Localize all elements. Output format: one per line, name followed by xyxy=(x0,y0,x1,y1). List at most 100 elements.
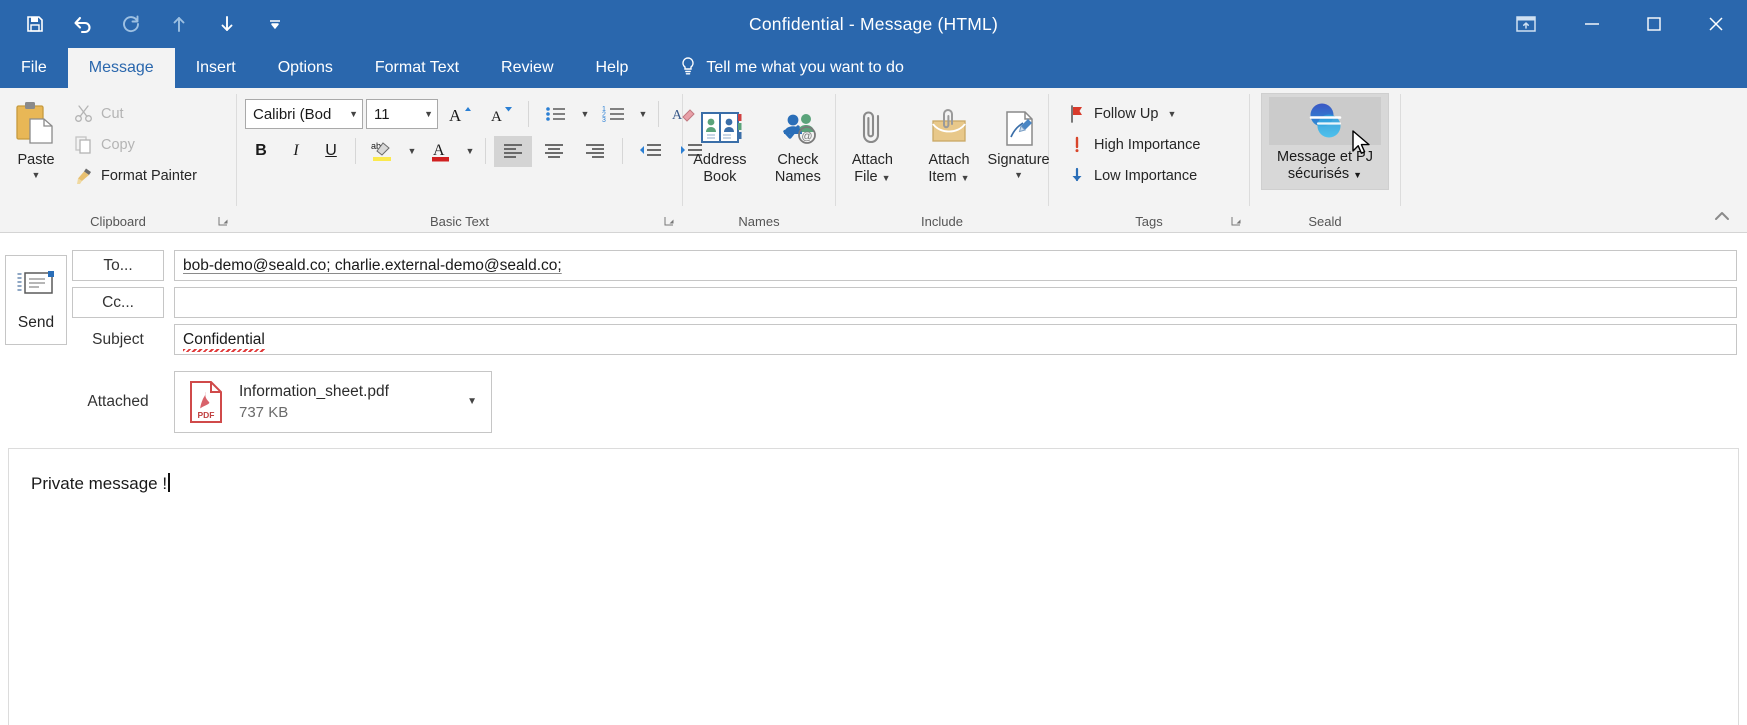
ribbon-options-icon[interactable] xyxy=(1491,0,1561,48)
format-painter-button[interactable]: Format Painter xyxy=(66,160,204,191)
copy-icon xyxy=(73,134,94,155)
font-name-value: Calibri (Bod xyxy=(253,105,332,123)
check-names-text: Check Names xyxy=(774,152,821,185)
font-size-value: 11 xyxy=(374,105,390,123)
font-color-button[interactable]: A xyxy=(422,136,460,167)
low-importance-label: Low Importance xyxy=(1094,167,1198,184)
address-book-button[interactable]: Address Book xyxy=(683,94,757,189)
address-book-text: Address Book xyxy=(693,152,747,185)
cc-input[interactable] xyxy=(174,287,1737,318)
subject-row: Subject Confidential xyxy=(72,321,1737,358)
send-button[interactable]: Send xyxy=(5,255,67,345)
seald-secure-message-button[interactable]: Message et PJ sécurisés ▼ xyxy=(1261,93,1389,190)
cut-button[interactable]: Cut xyxy=(66,98,204,129)
down-arrow-icon[interactable] xyxy=(214,11,240,37)
ribbon: Paste ▼ Cut Copy Format Painter Clipboar… xyxy=(0,88,1747,233)
paste-dropdown-icon[interactable]: ▼ xyxy=(32,170,41,180)
low-importance-button[interactable]: Low Importance xyxy=(1059,160,1207,191)
seald-group-label: Seald xyxy=(1308,213,1342,229)
seald-dropdown-icon[interactable]: ▼ xyxy=(1353,170,1362,180)
close-icon[interactable] xyxy=(1685,0,1747,48)
seald-button-label-line1: Message et PJ xyxy=(1277,149,1373,165)
attach-item-button[interactable]: Attach Item ▼ xyxy=(911,94,987,189)
to-input[interactable]: bob-demo@seald.co; charlie.external-demo… xyxy=(174,250,1737,281)
tell-me-search[interactable]: Tell me what you want to do xyxy=(649,48,917,88)
highlight-dropdown-icon[interactable]: ▼ xyxy=(405,136,419,167)
tab-help[interactable]: Help xyxy=(575,48,650,88)
grow-font-button[interactable]: A xyxy=(441,99,479,130)
signature-dropdown-icon[interactable]: ▼ xyxy=(1014,170,1023,180)
high-importance-button[interactable]: High Importance xyxy=(1059,129,1207,160)
follow-up-button[interactable]: Follow Up ▼ xyxy=(1059,98,1207,129)
bold-button[interactable]: B xyxy=(245,136,277,167)
svg-text:A: A xyxy=(491,109,502,125)
to-row: To... bob-demo@seald.co; charlie.externa… xyxy=(72,247,1737,284)
shrink-font-button[interactable]: A xyxy=(482,99,520,130)
chevron-down-icon[interactable]: ▼ xyxy=(418,109,433,119)
check-names-button[interactable]: @ Check Names xyxy=(761,94,835,189)
underline-button[interactable]: U xyxy=(315,136,347,167)
check-names-icon: @ xyxy=(776,98,820,148)
address-book-label: Address Book xyxy=(690,152,750,185)
scissors-icon xyxy=(73,103,94,124)
pdf-file-icon: PDF xyxy=(185,379,227,425)
underline-label: U xyxy=(325,142,337,159)
basic-text-dialog-launcher[interactable] xyxy=(664,216,676,228)
italic-button[interactable]: I xyxy=(280,136,312,167)
chevron-down-icon[interactable] xyxy=(262,11,288,37)
tab-review[interactable]: Review xyxy=(480,48,574,88)
text-highlight-button[interactable]: ab xyxy=(364,136,402,167)
tab-file[interactable]: File xyxy=(0,48,68,88)
compose-header: Send To... bob-demo@seald.co; charlie.ex… xyxy=(0,233,1747,436)
align-right-button[interactable] xyxy=(576,136,614,167)
signature-text: Signature xyxy=(987,152,1050,168)
names-group-label: Names xyxy=(738,213,780,229)
attach-item-dropdown-icon[interactable]: ▼ xyxy=(961,173,970,183)
follow-up-label: Follow Up xyxy=(1094,105,1159,122)
minimize-icon[interactable] xyxy=(1561,0,1623,48)
exclamation-icon xyxy=(1066,134,1087,155)
paintbrush-icon xyxy=(73,165,94,186)
redo-icon[interactable] xyxy=(118,11,144,37)
attachment-item[interactable]: PDF Information_sheet.pdf 737 KB ▼ xyxy=(174,370,492,433)
attach-file-button[interactable]: Attach File ▼ xyxy=(836,94,909,189)
check-names-label: Check Names xyxy=(768,152,828,185)
attach-file-dropdown-icon[interactable]: ▼ xyxy=(882,173,891,183)
seald-button-label-line2: sécurisés ▼ xyxy=(1288,166,1362,183)
numbering-dropdown-icon[interactable]: ▼ xyxy=(636,99,650,130)
follow-up-dropdown-icon[interactable]: ▼ xyxy=(1167,109,1176,119)
clipboard-dialog-launcher[interactable] xyxy=(218,216,230,228)
to-button[interactable]: To... xyxy=(72,250,164,281)
copy-button[interactable]: Copy xyxy=(66,129,204,160)
numbering-button[interactable]: 123 xyxy=(595,99,633,130)
font-name-combo[interactable]: Calibri (Bod ▼ xyxy=(245,99,363,129)
message-body-editor[interactable]: Private message ! xyxy=(8,448,1739,725)
font-size-combo[interactable]: 11 ▼ xyxy=(366,99,438,129)
cc-button[interactable]: Cc... xyxy=(72,287,164,318)
tags-group-label: Tags xyxy=(1135,213,1163,229)
paste-button[interactable]: Paste ▼ xyxy=(6,94,66,184)
bullets-dropdown-icon[interactable]: ▼ xyxy=(578,99,592,130)
message-body-wrapper: Private message ! xyxy=(0,436,1747,725)
tab-format-text[interactable]: Format Text xyxy=(354,48,480,88)
signature-button[interactable]: Signature ▼ xyxy=(987,94,1050,184)
up-arrow-icon[interactable] xyxy=(166,11,192,37)
bullets-button[interactable] xyxy=(537,99,575,130)
tab-insert[interactable]: Insert xyxy=(175,48,257,88)
font-color-dropdown-icon[interactable]: ▼ xyxy=(463,136,477,167)
collapse-ribbon-button[interactable] xyxy=(1713,209,1731,226)
subject-input[interactable]: Confidential xyxy=(174,324,1737,355)
tab-message[interactable]: Message xyxy=(67,48,175,88)
undo-icon[interactable] xyxy=(70,11,96,37)
subject-value: Confidential xyxy=(183,330,265,352)
attachment-dropdown-icon[interactable]: ▼ xyxy=(467,396,485,407)
tab-options[interactable]: Options xyxy=(257,48,354,88)
maximize-icon[interactable] xyxy=(1623,0,1685,48)
align-left-button[interactable] xyxy=(494,135,532,167)
save-icon[interactable] xyxy=(22,11,48,37)
signature-icon xyxy=(999,98,1039,148)
align-center-button[interactable] xyxy=(535,136,573,167)
decrease-indent-button[interactable] xyxy=(631,136,669,167)
tags-dialog-launcher[interactable] xyxy=(1231,216,1243,228)
chevron-down-icon[interactable]: ▼ xyxy=(343,109,358,119)
